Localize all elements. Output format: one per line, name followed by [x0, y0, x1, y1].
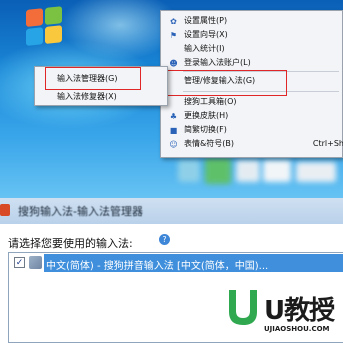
blurred-tray-icon — [296, 162, 336, 182]
shortcut-label: Ctrl+Sh — [312, 139, 343, 148]
blurred-tray-icon — [263, 160, 291, 182]
menu-item-stats[interactable]: 输入统计(I) — [161, 42, 343, 56]
list-item-label: 中文(简体) - 搜狗拼音输入法 [中文(简体，中国)... — [46, 261, 269, 272]
menu-item-login[interactable]: ☻ 登录输入法账户(L) — [161, 56, 343, 70]
menu-item-wizard[interactable]: ⚑ 设置向导(X) — [161, 28, 343, 42]
blurred-tray-icon — [178, 160, 200, 182]
blurred-tray-icon — [205, 158, 231, 184]
ujiaoshou-logo-icon — [229, 290, 257, 325]
help-icon[interactable]: ? — [159, 234, 170, 245]
menu-item-properties[interactable]: ✿ 设置属性(P) — [161, 14, 343, 28]
menu-item-simp-trad[interactable]: ■ 简繁切换(F) — [161, 123, 343, 137]
dialog-title: 搜狗输入法-输入法管理器 — [18, 205, 143, 218]
blurred-tray-icon — [236, 160, 260, 182]
user-icon: ☻ — [169, 59, 178, 68]
sogou-app-icon — [0, 204, 10, 216]
shirt-icon: ♣ — [169, 112, 178, 121]
menu-item-toolbox[interactable]: 搜狗工具箱(O) — [161, 95, 343, 109]
watermark-brand: U教授 — [264, 296, 335, 326]
windows-logo-icon — [26, 6, 64, 48]
ime-checkbox[interactable]: ✓ — [14, 257, 25, 268]
watermark: U教授 UJIAOSHOU.COM — [222, 288, 343, 343]
gear-icon: ✿ — [170, 17, 177, 26]
menu-item-skin[interactable]: ♣ 更换皮肤(H) — [161, 109, 343, 123]
dialog-title-bar[interactable]: 搜狗输入法-输入法管理器 — [0, 198, 343, 224]
flag-icon: ⚑ — [169, 31, 178, 40]
keyboard-icon — [29, 256, 42, 269]
submenu-item-repair[interactable]: 输入法修复器(X) — [57, 91, 117, 103]
menu-item-emoji[interactable]: ☺ 表情&符号(B) Ctrl+Sh — [161, 137, 343, 151]
jian-icon: ■ — [169, 126, 178, 135]
dialog-prompt: 请选择您要使用的输入法: — [8, 237, 133, 250]
highlight-box — [45, 67, 141, 90]
smiley-icon: ☺ — [169, 140, 178, 149]
highlight-box — [167, 70, 287, 96]
list-item[interactable]: ✓ 中文(简体) - 搜狗拼音输入法 [中文(简体，中国)... — [9, 254, 343, 272]
desktop-screenshot: ✿ 设置属性(P) ⚑ 设置向导(X) 输入统计(I) ☻ 登录输入法账户(L)… — [0, 0, 343, 198]
watermark-url: UJIAOSHOU.COM — [264, 325, 330, 333]
